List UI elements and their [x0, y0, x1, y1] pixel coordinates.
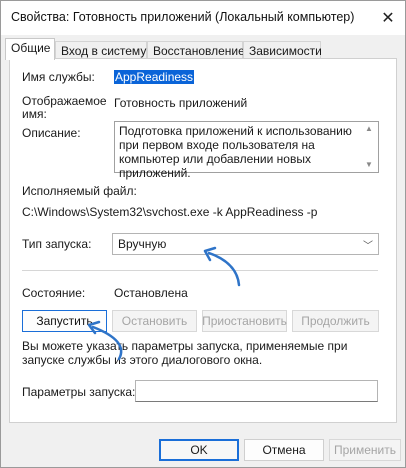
description-scrollbar[interactable]: ▲ ▼: [362, 122, 378, 172]
title-bar: Свойства: Готовность приложений (Локальн…: [1, 1, 405, 35]
tab-recovery[interactable]: Восстановление: [147, 41, 245, 59]
tab-general[interactable]: Общие: [5, 38, 55, 60]
startup-type-value: Вручную: [118, 237, 167, 251]
start-params-hint: Вы можете указать параметры запуска, при…: [22, 339, 348, 367]
window-title: Свойства: Готовность приложений (Локальн…: [11, 10, 355, 24]
chevron-down-icon: ﹀: [363, 241, 373, 252]
cancel-button[interactable]: Отмена: [244, 439, 324, 461]
service-name-text: AppReadiness: [114, 70, 195, 84]
display-name-value[interactable]: Готовность приложений: [114, 96, 247, 110]
start-params-input[interactable]: [135, 380, 378, 402]
close-icon: ✕: [381, 10, 395, 27]
status-value: Остановлена: [114, 286, 188, 300]
service-properties-dialog: Свойства: Готовность приложений (Локальн…: [0, 0, 406, 468]
start-button[interactable]: Запустить: [22, 310, 107, 332]
executable-path: C:\Windows\System32\svchost.exe -k AppRe…: [22, 205, 318, 219]
description-text: Подготовка приложений к использованию пр…: [119, 124, 352, 180]
tab-dependencies[interactable]: Зависимости: [243, 41, 322, 59]
display-name-label-line1: Отображаемое: [22, 94, 107, 108]
tab-logon[interactable]: Вход в систему: [55, 41, 147, 59]
status-label: Состояние:: [22, 286, 86, 300]
stop-button[interactable]: Остановить: [112, 310, 197, 332]
startup-type-select[interactable]: Вручную ﹀: [112, 233, 379, 255]
executable-label: Исполняемый файл:: [22, 184, 137, 198]
start-params-label: Параметры запуска:: [22, 385, 136, 399]
service-name-label: Имя службы:: [22, 70, 95, 84]
scroll-down-icon[interactable]: ▼: [365, 160, 373, 169]
pause-button[interactable]: Приостановить: [202, 310, 287, 332]
display-name-label-line2: имя:: [22, 107, 47, 121]
general-tab-panel: Имя службы: AppReadiness Отображаемое им…: [9, 58, 397, 423]
apply-button[interactable]: Применить: [329, 439, 401, 461]
startup-type-label: Тип запуска:: [22, 237, 92, 251]
tab-strip: Общие Вход в систему Восстановление Зави…: [1, 35, 405, 60]
divider: [22, 270, 378, 271]
resume-button[interactable]: Продолжить: [292, 310, 379, 332]
scroll-up-icon[interactable]: ▲: [365, 124, 373, 133]
close-button[interactable]: ✕: [375, 5, 401, 31]
description-box[interactable]: Подготовка приложений к использованию пр…: [114, 121, 379, 180]
ok-button[interactable]: OK: [159, 439, 239, 461]
description-label: Описание:: [22, 126, 81, 140]
service-name-value[interactable]: AppReadiness: [114, 70, 195, 84]
